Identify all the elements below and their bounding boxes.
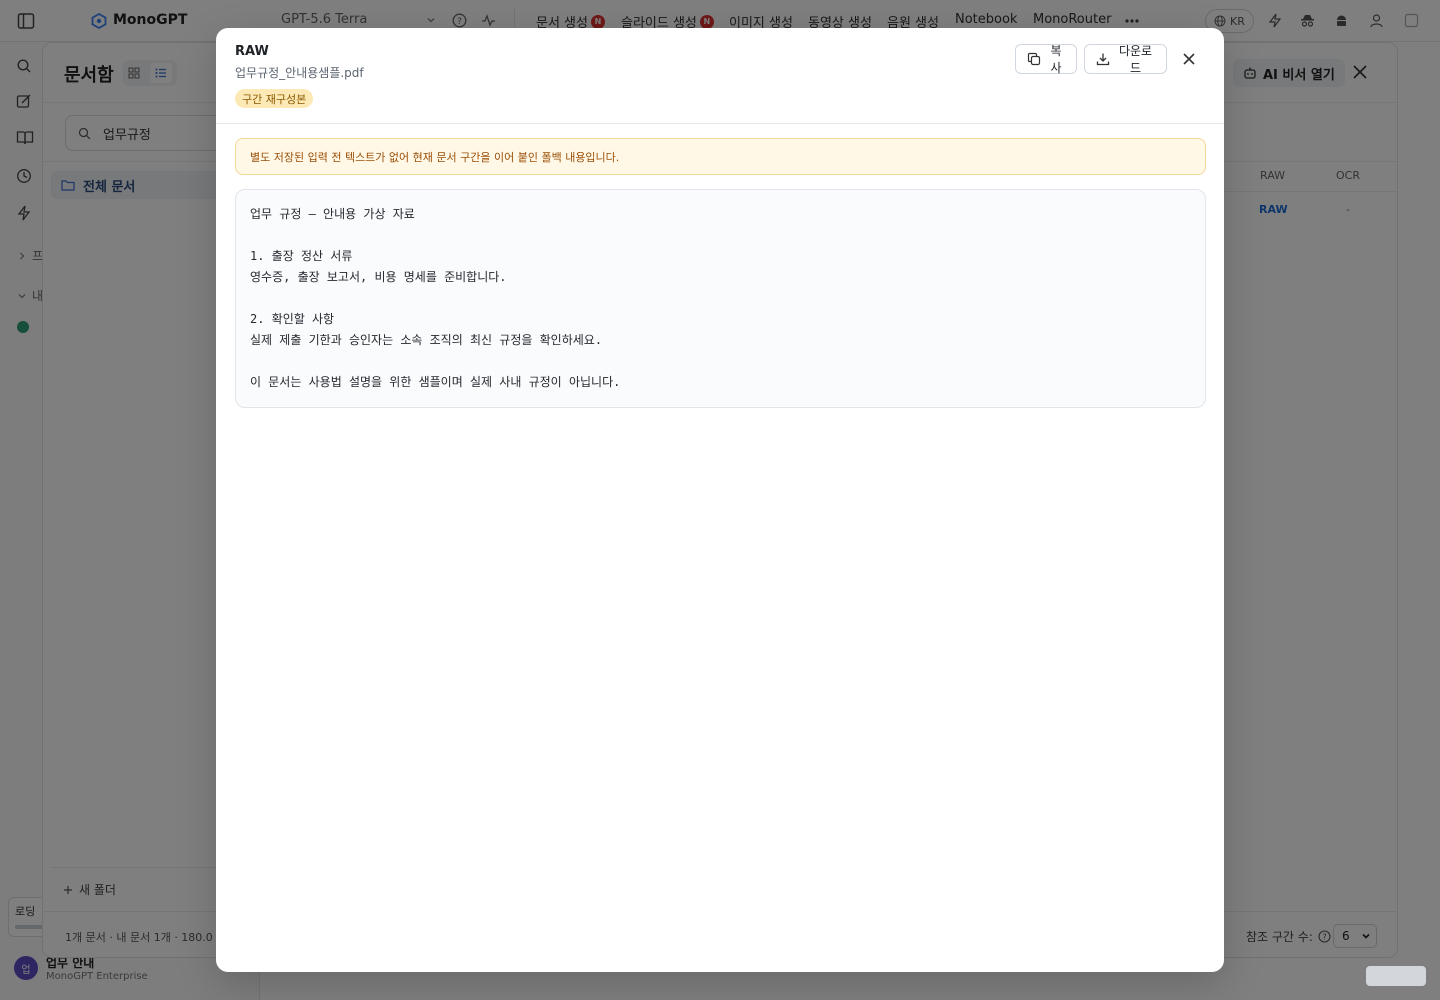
raw-text-modal: RAW 업무규정_안내용샘플.pdf 구간 재구성본 복사 다운로드 별도 저장… [216,28,1224,972]
content-line [250,288,1191,309]
content-line: 2. 확인할 사항 [250,312,335,326]
toast-placeholder [1366,966,1426,986]
download-icon [1096,52,1110,66]
download-button[interactable]: 다운로드 [1084,44,1167,75]
copy-button[interactable]: 복사 [1015,44,1077,75]
content-line [250,351,1191,372]
modal-header: RAW 업무규정_안내용샘플.pdf 구간 재구성본 복사 다운로드 [216,28,1224,124]
copy-label: 복사 [1050,44,1062,75]
raw-content: 업무 규정 — 안내용 가상 자료 1. 출장 정산 서류 영수증, 출장 보고… [235,189,1206,408]
content-line: 영수증, 출장 보고서, 비용 명세를 준비합니다. [250,270,507,284]
modal-title: RAW [235,44,269,59]
content-line: 이 문서는 사용법 설명을 위한 샘플이며 실제 사내 규정이 아닙니다. [250,375,621,389]
copy-icon [1027,52,1041,66]
modal-filename: 업무규정_안내용샘플.pdf [235,66,364,80]
fallback-notice: 별도 저장된 입력 전 텍스트가 없어 현재 문서 구간을 이어 붙인 폴백 내… [235,138,1206,175]
status-badge: 구간 재구성본 [235,89,314,108]
download-label: 다운로드 [1118,44,1153,75]
content-line: 업무 규정 — 안내용 가상 자료 [250,207,415,221]
close-icon[interactable] [1178,48,1200,70]
content-line: 1. 출장 정산 서류 [250,249,353,263]
content-line: 실제 제출 기한과 승인자는 소속 조직의 최신 규정을 확인하세요. [250,333,603,347]
content-line [250,225,1191,246]
